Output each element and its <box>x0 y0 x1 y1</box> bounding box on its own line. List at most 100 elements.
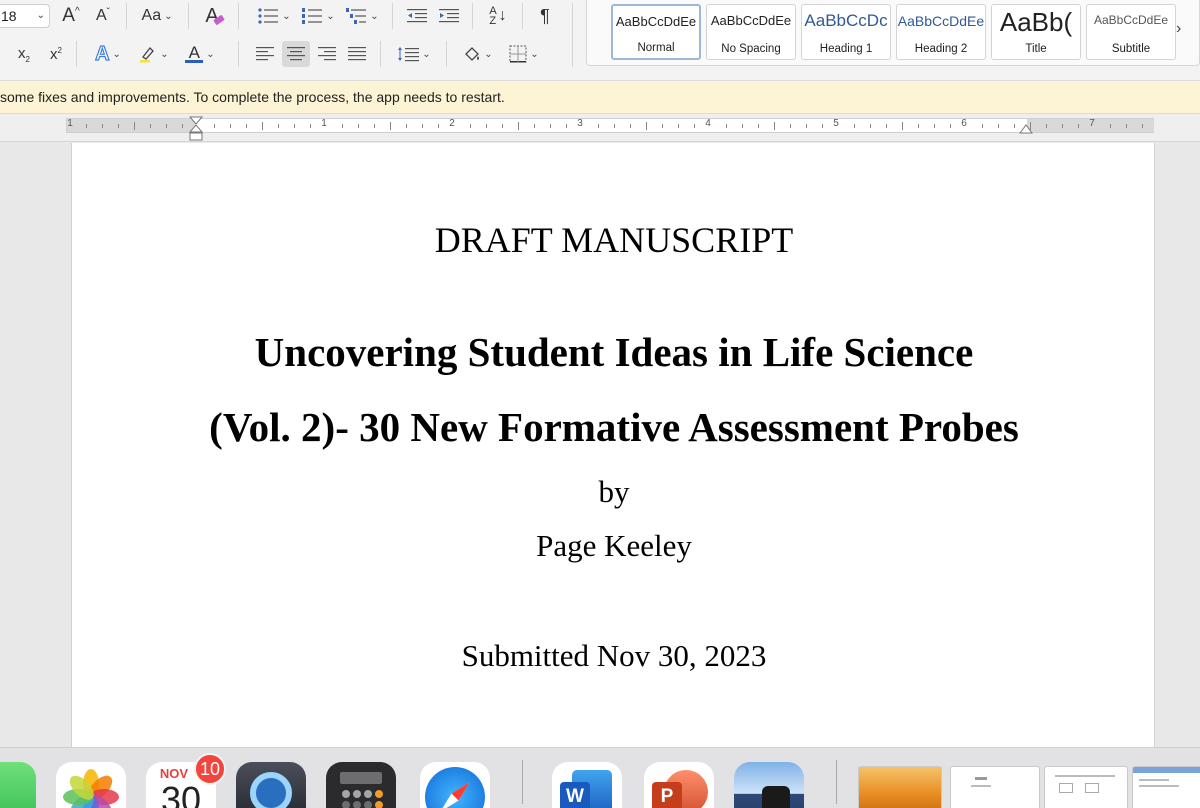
calendar-badge: 10 <box>194 753 226 785</box>
ruler-tick <box>982 124 983 128</box>
justify-button[interactable] <box>344 41 370 67</box>
align-center-button[interactable] <box>282 41 310 67</box>
increase-indent-button[interactable] <box>436 3 462 29</box>
font-color-button[interactable]: A ⌄ <box>180 41 220 67</box>
chevron-down-icon: ⌄ <box>370 10 379 22</box>
photos-icon[interactable] <box>56 762 126 808</box>
ruler-tick <box>502 124 503 128</box>
style-heading-1[interactable]: AaBbCcDc Heading 1 <box>801 4 891 60</box>
subscript-icon: x2 <box>18 44 30 64</box>
ruler-number: 1 <box>321 118 327 129</box>
ruler-number: 2 <box>449 118 455 129</box>
minimized-window-photo[interactable] <box>858 766 942 808</box>
doc-by-line: by <box>598 474 630 509</box>
horizontal-ruler[interactable]: 1 1 2 3 4 5 6 7 <box>0 114 1200 142</box>
font-size-box[interactable]: 18 ⌄ <box>0 4 50 28</box>
update-message-bar: some fixes and improvements. To complete… <box>0 81 1200 114</box>
separator <box>522 3 523 29</box>
quicktime-icon[interactable] <box>236 762 306 808</box>
calculator-icon[interactable] <box>326 762 396 808</box>
change-case-button[interactable]: Aa ⌄ <box>136 3 178 29</box>
shrink-font-button[interactable]: Aˇ <box>90 3 116 29</box>
style-heading-2[interactable]: AaBbCcDdEe Heading 2 <box>896 4 986 60</box>
separator <box>76 41 77 67</box>
ruler-tick <box>166 124 167 128</box>
bullets-button[interactable]: ⌄ <box>254 3 294 29</box>
microsoft-powerpoint-icon[interactable]: P <box>644 762 714 808</box>
style-sample: AaBbCcDdEe <box>1093 13 1169 27</box>
separator <box>572 3 573 67</box>
borders-button[interactable]: ⌄ <box>502 41 546 67</box>
ruler-tick <box>998 124 999 128</box>
doc-draft-heading: DRAFT MANUSCRIPT <box>434 220 794 260</box>
ruler-tick <box>262 122 263 130</box>
ruler-tick <box>134 122 135 130</box>
borders-icon <box>509 45 527 63</box>
paint-bucket-icon <box>465 47 480 61</box>
first-line-indent-marker[interactable] <box>189 116 203 142</box>
highlight-button[interactable]: ⌄ <box>134 41 174 67</box>
microsoft-word-icon[interactable]: W <box>552 762 622 808</box>
ruler-tick <box>182 124 183 128</box>
ruler-tick <box>438 124 439 128</box>
line-spacing-button[interactable]: ⌄ <box>392 41 436 67</box>
separator <box>472 3 473 29</box>
ruler-tick <box>486 124 487 128</box>
ruler-tick <box>470 124 471 128</box>
ruler-tick <box>86 124 87 128</box>
ruler-tick <box>102 124 103 128</box>
text-effects-button[interactable]: A ⌄ <box>88 41 128 67</box>
ruler-tick <box>822 124 823 128</box>
ruler-tick <box>646 122 647 130</box>
superscript-button[interactable]: x2 <box>44 41 68 67</box>
minimized-window-document[interactable] <box>950 766 1040 808</box>
chevron-right-icon[interactable]: › <box>1176 20 1181 38</box>
align-right-button[interactable] <box>314 41 340 67</box>
ruler-tick <box>390 122 391 130</box>
right-indent-marker[interactable] <box>1019 123 1033 135</box>
multilevel-list-icon <box>346 8 367 24</box>
style-normal[interactable]: AaBbCcDdEe Normal <box>611 4 701 60</box>
facetime-icon[interactable] <box>0 762 36 808</box>
sort-button[interactable]: AZ ↓ <box>484 3 512 29</box>
align-left-button[interactable] <box>252 41 278 67</box>
style-sample: AaBbCcDc <box>804 11 888 30</box>
preview-icon[interactable] <box>734 762 804 808</box>
styles-gallery: AaBbCcDdEe Normal AaBbCcDdEe No Spacing … <box>586 0 1200 66</box>
safari-icon[interactable] <box>420 762 490 808</box>
separator <box>238 3 239 29</box>
document-page[interactable]: DRAFT MANUSCRIPT Uncovering Student Idea… <box>71 143 1155 747</box>
ruler-tick <box>1142 124 1143 128</box>
ruler-tick <box>902 122 903 130</box>
clear-formatting-icon: A <box>205 5 226 28</box>
shading-button[interactable]: ⌄ <box>458 41 498 67</box>
style-name: No Spacing <box>721 43 781 55</box>
style-title[interactable]: AaBb( Title <box>991 4 1081 60</box>
style-name: Heading 2 <box>914 43 968 55</box>
style-no-spacing[interactable]: AaBbCcDdEe No Spacing <box>706 4 796 60</box>
chevron-down-icon: ⌄ <box>484 48 493 60</box>
subscript-button[interactable]: x2 <box>12 41 36 67</box>
style-subtitle[interactable]: AaBbCcDdEe Subtitle <box>1086 4 1176 60</box>
increase-indent-icon <box>439 9 459 23</box>
shrink-font-icon: A <box>95 7 107 24</box>
numbering-button[interactable]: ⌄ <box>298 3 338 29</box>
ruler-tick <box>118 124 119 128</box>
ruler-tick <box>1078 124 1079 128</box>
multilevel-list-button[interactable]: ⌄ <box>342 3 382 29</box>
grow-font-button[interactable]: A ^ <box>58 3 84 29</box>
ruler-number: 3 <box>577 118 583 129</box>
chevron-down-icon: ⌄ <box>422 48 431 60</box>
chevron-down-icon[interactable]: ⌄ <box>37 10 45 21</box>
clear-formatting-button[interactable]: A <box>198 3 226 29</box>
ruler-tick <box>678 124 679 128</box>
show-formatting-button[interactable]: ¶ <box>534 3 556 29</box>
ruler-tick <box>630 124 631 128</box>
minimized-window-diagram[interactable] <box>1044 766 1128 808</box>
font-size-value: 18 <box>1 8 17 24</box>
decrease-indent-icon <box>407 9 427 23</box>
minimized-window-browser[interactable] <box>1132 766 1200 808</box>
highlighter-icon <box>140 47 155 63</box>
align-center-icon <box>287 47 305 61</box>
decrease-indent-button[interactable] <box>404 3 430 29</box>
